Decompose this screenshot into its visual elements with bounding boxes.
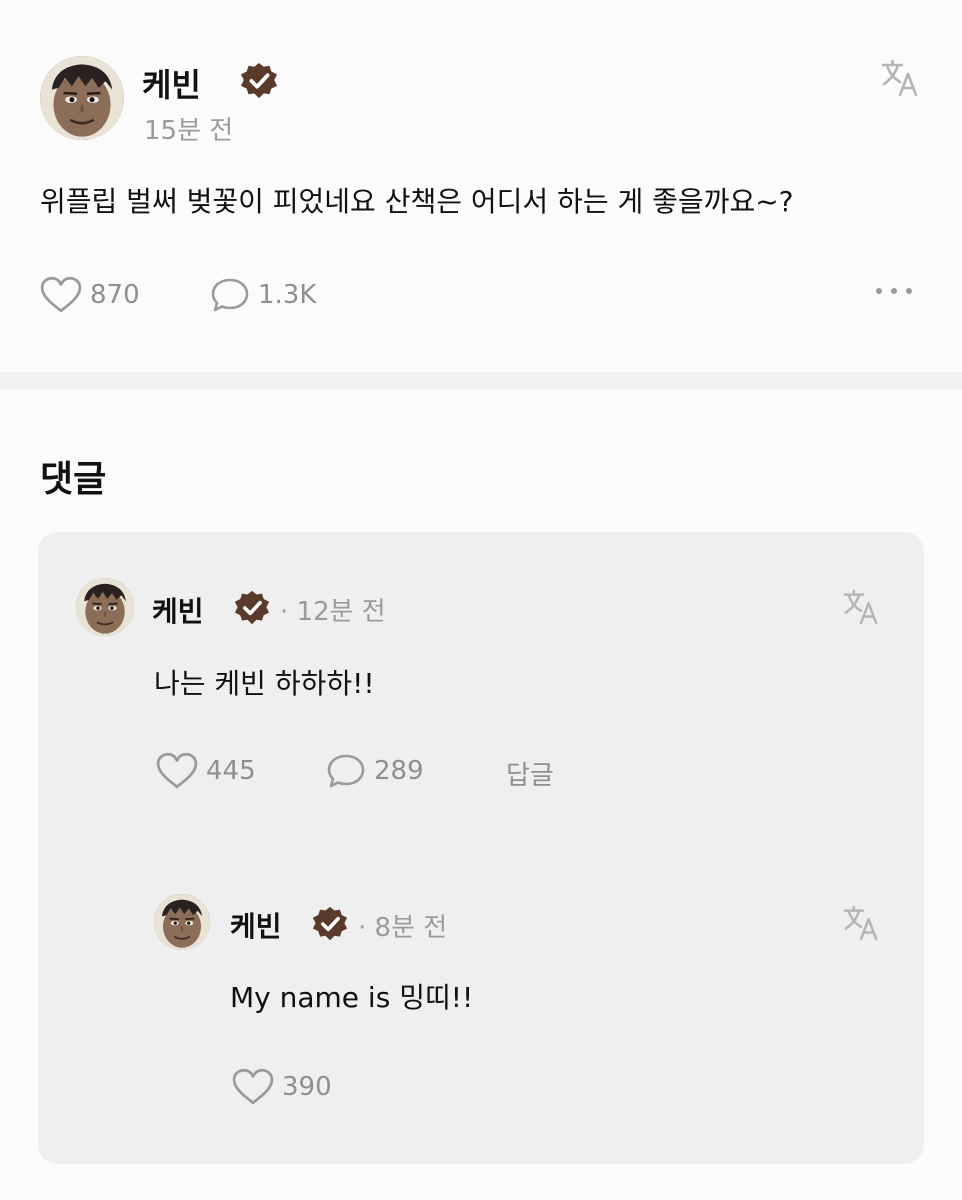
verified-badge-icon: [234, 590, 270, 626]
commenter-avatar[interactable]: [76, 578, 134, 636]
comments-section-title: 댓글: [40, 459, 107, 500]
comment-time: · 12분 전: [280, 597, 386, 627]
reply-avatar[interactable]: [154, 894, 210, 950]
translate-icon[interactable]: [880, 58, 920, 98]
comment-reply-count: 289: [374, 756, 424, 786]
comment-like-button[interactable]: 445: [156, 752, 256, 790]
heart-icon: [232, 1068, 274, 1106]
like-count: 870: [90, 280, 140, 310]
reply-text: My name is 밍띠!!: [230, 981, 474, 1014]
reply-button[interactable]: 답글: [506, 755, 554, 792]
reply-time: · 8분 전: [358, 913, 448, 943]
comment-bubble-icon: [326, 752, 366, 790]
more-options-icon[interactable]: [876, 288, 912, 294]
comment-count: 1.3K: [258, 280, 317, 310]
like-button[interactable]: 870: [40, 276, 140, 314]
post-text: 위플립 벌써 벚꽃이 피었네요 산책은 어디서 하는 게 좋을까요~?: [40, 185, 794, 218]
author-name[interactable]: 케빈: [142, 60, 201, 106]
verified-badge-icon: [312, 906, 348, 942]
translate-icon[interactable]: [842, 588, 880, 626]
heart-icon: [40, 276, 82, 314]
section-divider: [0, 372, 962, 390]
reply-author-name[interactable]: 케빈: [230, 905, 282, 945]
comment-text: 나는 케빈 하하하!!: [154, 667, 375, 700]
comment-bubble-icon: [210, 276, 250, 314]
heart-icon: [156, 752, 198, 790]
verified-badge-icon: [240, 62, 278, 100]
commenter-name[interactable]: 케빈: [152, 590, 204, 630]
reply-like-count: 390: [282, 1072, 332, 1102]
author-avatar[interactable]: [40, 56, 124, 140]
comment-button[interactable]: 1.3K: [210, 276, 316, 314]
comment-like-count: 445: [206, 756, 256, 786]
comment-replies-button[interactable]: 289: [326, 752, 424, 790]
post: 케빈 15분 전 위플립 벌써 벚꽃이 피었네요 산책은 어디서 하는 게 좋을…: [0, 0, 962, 372]
post-time: 15분 전: [144, 116, 234, 146]
translate-icon[interactable]: [842, 904, 880, 942]
comments-card: 케빈 · 12분 전 나는 케빈 하하하!! 445 289 답글 케빈 · 8…: [38, 532, 924, 1164]
reply-like-button[interactable]: 390: [232, 1068, 332, 1106]
